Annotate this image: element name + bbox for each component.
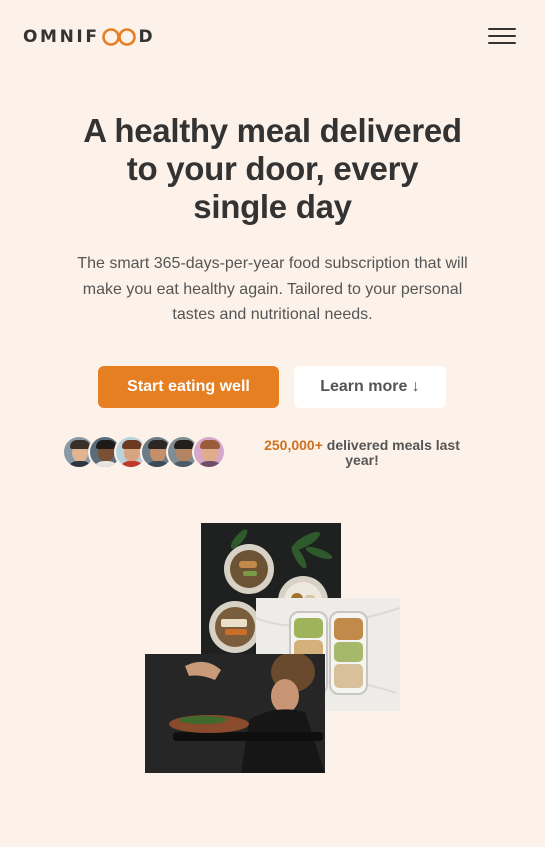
hero-title: A healthy meal delivered to your door, e…	[40, 112, 505, 226]
hero-description-line: The smart 365-days-per-year food subscri…	[77, 255, 468, 272]
learn-more-button[interactable]: Learn more ↓	[294, 366, 446, 408]
customer-avatars	[62, 435, 228, 469]
hero-description-line: tastes and nutritional needs.	[172, 306, 373, 323]
delivered-meals-count: 250,000+	[264, 437, 323, 453]
hero-title-line: A healthy meal delivered	[83, 112, 462, 149]
hero-description-line: make you eat healthy again. Tailored to …	[82, 280, 463, 298]
delivered-meals-label: year!	[345, 452, 379, 468]
delivered-meals-text: 250,000+ delivered meals last year!	[248, 438, 476, 468]
customer-avatar	[192, 435, 226, 469]
hero-description: The smart 365-days-per-year food subscri…	[52, 251, 493, 328]
chef-cooking-photo	[145, 654, 325, 773]
site-header: OMNIF D	[0, 0, 545, 72]
logo-infinity-icon	[101, 28, 136, 46]
logo-text-start: OMNIF	[23, 27, 100, 47]
hamburger-menu-icon[interactable]	[486, 24, 518, 48]
logo-text-end: D	[138, 27, 156, 47]
omnifood-logo[interactable]: OMNIF D	[23, 27, 155, 47]
hero-title-line: to your door, every	[126, 150, 419, 187]
start-eating-well-button[interactable]: Start eating well	[98, 366, 279, 408]
hero-title-line: single day	[193, 188, 352, 225]
delivered-meals-label: delivered meals last	[322, 437, 460, 453]
